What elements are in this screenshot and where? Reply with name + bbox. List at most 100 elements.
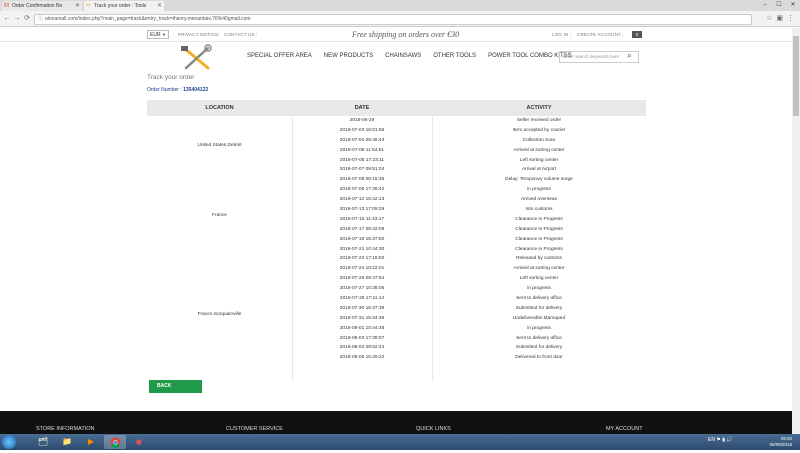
nav-special-offer[interactable]: SPECIAL OFFER AREA: [247, 53, 312, 59]
system-tray: EN ⚑ ▮ 🔊: [708, 437, 733, 443]
forward-arrow-icon[interactable]: →: [13, 14, 21, 24]
activity-cell: Item accepted by courier: [512, 127, 566, 133]
table-row: 2018-07-12 15:42:13 Arrived overseas: [147, 195, 646, 205]
gmail-icon: M: [4, 3, 9, 9]
table-row: 2018-07-30 16:37:39 Submitted for deliver…: [147, 304, 646, 314]
close-icon[interactable]: ✕: [75, 1, 80, 11]
date-cell: 2018-07-19 16:37:50: [339, 236, 385, 242]
extension-icon[interactable]: ▣: [776, 14, 783, 24]
activity-cell: Clearance in Progress: [515, 246, 563, 252]
header-activity: ACTIVITY: [526, 105, 552, 111]
menu-icon[interactable]: ⋮: [787, 14, 794, 24]
activity-cell: in progress: [527, 325, 551, 331]
windows-taskbar: 🗂 📁 ▶ ◉ EN ⚑ ▮ 🔊 09:30 06/09/2018: [0, 434, 800, 450]
privacy-notice-link[interactable]: PRIVACY NOTICE: [178, 32, 218, 37]
flag-icon[interactable]: ⚑: [716, 437, 720, 443]
date-cell: 2018-07-23 17:18:50: [339, 256, 385, 262]
nav-new-products[interactable]: NEW PRODUCTS: [324, 53, 373, 59]
date-cell: 2018-07-27 10:38:06: [339, 286, 385, 292]
toolbar-actions: ☆ ▣ ⋮: [766, 14, 794, 24]
app-icon[interactable]: ◉: [128, 435, 150, 449]
table-row: 2018-07-09 17:39:42 in progress: [147, 185, 646, 195]
table-row: 2018-07-29 17:11:14 Sent to delivery offi…: [147, 294, 646, 304]
date-cell: 2018-07-13 17:09:29: [339, 207, 385, 213]
table-header: LOCATION DATE ACTIVITY: [147, 100, 646, 116]
maximize-icon[interactable]: ☐: [772, 0, 786, 11]
chevron-down-icon: ▼: [161, 32, 166, 37]
browser-tab-strip: M Order Confirmation No ✕ ✂ Track your o…: [0, 0, 800, 11]
date-cell: 2018-07-24 10:22:01: [339, 266, 385, 272]
media-player-icon[interactable]: ▶: [80, 435, 102, 449]
footer-heading: STORE INFORMATION: [36, 426, 95, 432]
chrome-icon[interactable]: [104, 435, 126, 449]
date-cell: 2018-06-29: [349, 118, 375, 123]
star-icon[interactable]: ☆: [766, 14, 772, 24]
contact-us-link[interactable]: CONTACT US: [224, 32, 255, 37]
search-icon[interactable]: ⌕: [627, 50, 632, 61]
main-navigation: SPECIAL OFFER AREA NEW PRODUCTS CHAINSAW…: [247, 53, 584, 59]
table-row: 2018-08-04 08:52:44 Submitted for deliver…: [147, 343, 646, 353]
activity-cell: in progress: [527, 286, 551, 292]
header-location: LOCATION: [205, 105, 234, 111]
separator: |: [570, 32, 572, 37]
table-row: 2018-07-27 10:38:06 in progress: [147, 284, 646, 294]
table-row: 2018-07-21 10:44:30 Clearance in Progress: [147, 245, 646, 255]
tab-track-order[interactable]: ✂ Track your order : Tools ✕: [84, 1, 164, 11]
info-icon[interactable]: ⓘ: [38, 15, 43, 24]
table-row: 2018-08-05 16:29:22 Delivered to front do…: [147, 353, 646, 363]
table-row: 2018-07-05 11:54:51 Arrived at sorting ce…: [147, 146, 646, 156]
minimize-icon[interactable]: –: [758, 0, 772, 11]
language-indicator[interactable]: EN: [708, 437, 715, 443]
folder-icon[interactable]: 📁: [56, 435, 78, 449]
clock[interactable]: 09:30 06/09/2018: [769, 436, 792, 448]
close-window-icon[interactable]: ✕: [786, 0, 800, 11]
table-row: 2018-07-24 10:22:01 Arrived at sorting ce…: [147, 264, 646, 274]
site-logo[interactable]: [178, 44, 218, 72]
date-cell: 2018-07-08 08:15:35: [339, 177, 385, 183]
page-scrollbar[interactable]: [792, 28, 800, 434]
login-link[interactable]: LOG IN: [552, 32, 568, 37]
date-cell: 2018-07-15 11:43:17: [339, 216, 385, 222]
volume-icon[interactable]: 🔊: [726, 437, 732, 443]
activity-cell: Left sorting center: [519, 276, 559, 282]
nav-chainsaws[interactable]: CHAINSAWS: [385, 53, 421, 59]
date-cell: 2018-07-17 09:42:09: [339, 226, 385, 232]
table-row: 2018-06-29 Seller received order: [147, 116, 646, 126]
date-cell: 2018-07-31 15:34:38: [339, 315, 385, 321]
activity-cell: Clearance in Progress: [515, 226, 563, 232]
table-row: 2018-07-17 09:42:09 Clearance in Progress: [147, 225, 646, 235]
date-cell: 2018-08-03 17:38:07: [339, 335, 385, 341]
activity-cell: in progress: [527, 187, 551, 193]
close-icon[interactable]: ✕: [157, 1, 162, 11]
table-row: 2018-07-08 08:15:35 Delay: Temporary volu…: [147, 175, 646, 185]
start-button[interactable]: [2, 435, 16, 449]
back-arrow-icon[interactable]: ←: [3, 14, 11, 24]
back-button[interactable]: BACK: [149, 380, 202, 393]
table-row: 2018-07-13 17:09:29 Into customs: [147, 205, 646, 215]
order-number-line: Order Number : 135404122: [147, 87, 208, 93]
explorer-icon[interactable]: 🗂: [32, 435, 54, 449]
date-cell: 2018-07-12 15:42:13: [339, 197, 385, 203]
table-row: 2018-08-01 10:44:48 in progress: [147, 324, 646, 334]
scroll-thumb[interactable]: [793, 36, 799, 116]
order-number-value: 135404122: [183, 87, 209, 93]
reload-icon[interactable]: ⟳: [23, 14, 31, 24]
tracking-table: LOCATION DATE ACTIVITY United States,Det…: [147, 100, 646, 381]
address-bar[interactable]: ⓘ alonamall.com/index.php?main_page=trac…: [34, 14, 752, 25]
activity-cell: Left sorting center: [519, 157, 559, 163]
create-account-link[interactable]: CREATE ACCOUNT: [577, 32, 621, 37]
tab-order-confirmation[interactable]: M Order Confirmation No ✕: [2, 1, 82, 11]
window-controls: – ☐ ✕: [758, 0, 800, 11]
site-footer: STORE INFORMATION CUSTOMER SERVICE QUICK…: [0, 411, 800, 434]
activity-cell: Undeliverable Marouped: [512, 315, 566, 321]
table-row: 2018-07-07 09:51:04 Arrival at Airport: [147, 165, 646, 175]
footer-heading: CUSTOMER SERVICE: [226, 426, 283, 432]
currency-select[interactable]: EUR ▼: [147, 30, 169, 39]
date-cell: 2018-07-05 11:54:51: [339, 147, 385, 153]
network-icon[interactable]: ▮: [722, 437, 725, 443]
cart-button[interactable]: 0: [632, 31, 642, 38]
nav-other-tools[interactable]: OTHER TOOLS: [433, 53, 476, 59]
page-title: Track your order: [147, 74, 195, 81]
activity-cell: Into customs: [525, 207, 553, 213]
activity-cell: Sent to delivery office: [516, 296, 562, 302]
